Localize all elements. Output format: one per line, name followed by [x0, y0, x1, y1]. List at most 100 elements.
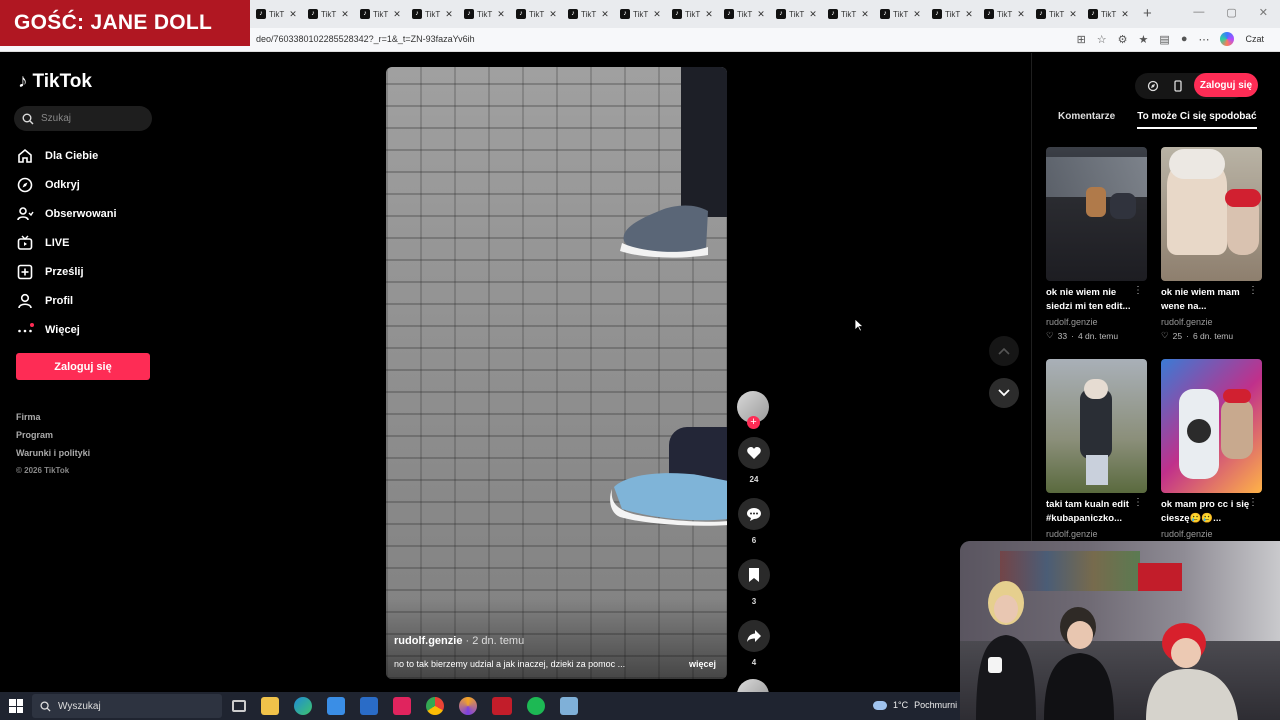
tiktok-logo[interactable]: ♪ TikTok	[18, 71, 92, 93]
video-thumbnail[interactable]	[1046, 147, 1147, 281]
favorite-star-icon[interactable]: ☆	[1097, 33, 1107, 46]
tab-close-icon[interactable]: ✕	[757, 9, 765, 20]
browser-tab[interactable]: ♪ TikT ✕	[512, 4, 564, 24]
tab-komentarze[interactable]: Komentarze	[1058, 109, 1115, 131]
chrome-icon[interactable]	[426, 697, 444, 715]
video-card[interactable]: ⋮ taki tam kualn edit #kubapaniczko... r…	[1046, 359, 1147, 539]
author-name[interactable]: rudolf.genzie	[394, 635, 462, 647]
file-explorer-icon[interactable]	[261, 697, 279, 715]
phone-icon[interactable]	[1173, 80, 1183, 92]
footer-link-firma[interactable]: Firma	[16, 408, 90, 426]
card-user[interactable]: rudolf.genzie	[1046, 317, 1147, 327]
card-menu-icon[interactable]: ⋮	[1248, 285, 1258, 296]
card-menu-icon[interactable]: ⋮	[1248, 497, 1258, 508]
card-menu-icon[interactable]: ⋮	[1133, 497, 1143, 508]
tab-close-icon[interactable]: ✕	[705, 9, 713, 20]
save-button[interactable]	[738, 559, 770, 591]
sidebar-item-obserwowani[interactable]: Obserwowani	[16, 199, 166, 228]
czat-label[interactable]: Czat	[1245, 34, 1264, 44]
tab-close-icon[interactable]: ✕	[497, 9, 505, 20]
sidebar-item-live[interactable]: LIVE	[16, 228, 166, 257]
browser-tab[interactable]: ♪ TikT ✕	[824, 4, 876, 24]
video-card[interactable]: ⋮ ok nie wiem nie siedzi mi ten edit... …	[1046, 147, 1147, 341]
browser-tab[interactable]: ♪ TikT ✕	[1032, 4, 1084, 24]
close-window-icon[interactable]: ✕	[1259, 6, 1268, 19]
profile-avatar-icon[interactable]: ●	[1181, 33, 1188, 45]
sidebar-item-wiecej[interactable]: Więcej	[16, 315, 166, 344]
edge-icon[interactable]	[294, 697, 312, 715]
browser-tab[interactable]: ♪ TikT ✕	[720, 4, 772, 24]
task-view-icon[interactable]	[232, 700, 246, 712]
video-card[interactable]: ⋮ ok mam pro cc i się cieszę🥲🥲... rudolf…	[1161, 359, 1262, 539]
tab-close-icon[interactable]: ✕	[289, 9, 297, 20]
tab-recommended[interactable]: To może Ci się spodobać	[1137, 109, 1257, 129]
footer-link-terms[interactable]: Warunki i polityki	[16, 444, 90, 462]
browser-app-icon[interactable]	[459, 697, 477, 715]
share-action[interactable]: 4	[737, 620, 771, 667]
footer-link-program[interactable]: Program	[16, 426, 90, 444]
browser-tab[interactable]: ♪ TikT ✕	[1084, 4, 1136, 24]
spotify-icon[interactable]	[527, 697, 545, 715]
tab-close-icon[interactable]: ✕	[861, 9, 869, 20]
comment-action[interactable]: 6	[737, 498, 771, 545]
share-button[interactable]	[738, 620, 770, 652]
search-input[interactable]: Szukaj	[14, 106, 152, 131]
card-menu-icon[interactable]: ⋮	[1133, 285, 1143, 296]
taskbar-search[interactable]: Wyszukaj	[32, 694, 222, 718]
split-screen-icon[interactable]: ⊞	[1077, 33, 1086, 46]
streaming-app-icon[interactable]	[492, 697, 512, 715]
browser-tab[interactable]: ♪ TikT ✕	[980, 4, 1032, 24]
copilot-icon[interactable]	[1220, 32, 1235, 46]
sidebar-item-odkryj[interactable]: Odkryj	[16, 170, 166, 199]
sidebar-item-dla-ciebie[interactable]: Dla Ciebie	[16, 141, 166, 170]
mail-icon[interactable]	[360, 697, 378, 715]
previous-video-button[interactable]	[989, 336, 1019, 366]
browser-tab[interactable]: ♪ TikT ✕	[356, 4, 408, 24]
comment-button[interactable]	[738, 498, 770, 530]
minimize-icon[interactable]: —	[1193, 6, 1204, 19]
extensions-icon[interactable]: ⚙	[1118, 33, 1128, 46]
like-button[interactable]	[738, 437, 770, 469]
login-button[interactable]: Zaloguj się	[16, 353, 150, 380]
compass-small-icon[interactable]	[1147, 80, 1159, 92]
card-user[interactable]: rudolf.genzie	[1161, 317, 1262, 327]
tab-close-icon[interactable]: ✕	[1069, 9, 1077, 20]
video-thumbnail[interactable]	[1161, 147, 1262, 281]
like-action[interactable]: 24	[737, 437, 771, 484]
maximize-icon[interactable]: ▢	[1226, 6, 1236, 19]
sidebar-item-profil[interactable]: Profil	[16, 286, 166, 315]
card-user[interactable]: rudolf.genzie	[1161, 529, 1262, 539]
browser-tab[interactable]: ♪ TikT ✕	[668, 4, 720, 24]
browser-tab[interactable]: ♪ TikT ✕	[304, 4, 356, 24]
favorites-icon[interactable]: ★	[1139, 33, 1149, 46]
tab-close-icon[interactable]: ✕	[965, 9, 973, 20]
next-video-button[interactable]	[989, 378, 1019, 408]
new-tab-button[interactable]: +	[1143, 5, 1152, 22]
browser-tab[interactable]: ♪ TikT ✕	[772, 4, 824, 24]
sidebar-item-przeslij[interactable]: Prześlij	[16, 257, 166, 286]
tab-close-icon[interactable]: ✕	[341, 9, 349, 20]
browser-tab[interactable]: ♪ TikT ✕	[252, 4, 304, 24]
tab-close-icon[interactable]: ✕	[913, 9, 921, 20]
browser-tab[interactable]: ♪ TikT ✕	[876, 4, 928, 24]
settings-menu-icon[interactable]: ⋯	[1198, 33, 1209, 46]
follow-plus-icon[interactable]: +	[747, 416, 760, 429]
more-link[interactable]: więcej	[689, 659, 716, 669]
tab-close-icon[interactable]: ✕	[549, 9, 557, 20]
tab-close-icon[interactable]: ✕	[601, 9, 609, 20]
notes-app-icon[interactable]	[560, 697, 578, 715]
tab-close-icon[interactable]: ✕	[653, 9, 661, 20]
tab-close-icon[interactable]: ✕	[393, 9, 401, 20]
video-card[interactable]: ⋮ ok nie wiem mam wene na... rudolf.genz…	[1161, 147, 1262, 341]
author-avatar[interactable]: +	[737, 391, 769, 429]
video-author[interactable]: rudolf.genzie · 2 dn. temu	[394, 635, 524, 647]
tab-close-icon[interactable]: ✕	[445, 9, 453, 20]
save-action[interactable]: 3	[737, 559, 771, 606]
browser-tab[interactable]: ♪ TikT ✕	[616, 4, 668, 24]
store-icon[interactable]	[327, 697, 345, 715]
collections-icon[interactable]: ▤	[1159, 33, 1169, 46]
browser-tab[interactable]: ♪ TikT ✕	[408, 4, 460, 24]
url-field[interactable]: deo/7603380102285528342?_r=1&_t=ZN-93faz…	[256, 34, 475, 44]
login-button-top[interactable]: Zaloguj się	[1194, 73, 1258, 97]
tab-close-icon[interactable]: ✕	[1017, 9, 1025, 20]
